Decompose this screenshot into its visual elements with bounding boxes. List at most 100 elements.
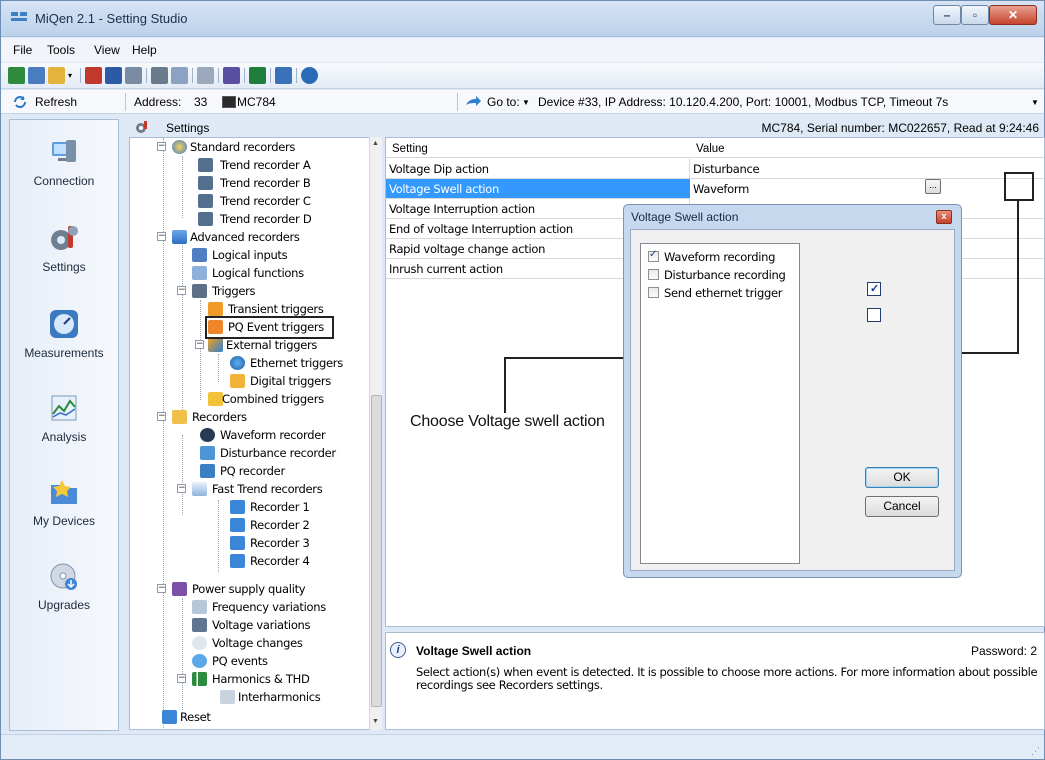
sidebar-item-measurements[interactable]: Measurements — [10, 300, 118, 380]
collapse-icon[interactable]: − — [177, 286, 186, 295]
sidebar-item-label: My Devices — [32, 514, 95, 528]
report-icon[interactable] — [197, 67, 214, 84]
tree-scrollbar[interactable]: ▲ ▼ — [369, 137, 382, 730]
print-icon[interactable] — [151, 67, 168, 84]
new-document-icon[interactable] — [28, 67, 45, 84]
collapse-icon[interactable]: − — [157, 412, 166, 421]
info-description: Select action(s) when event is detected.… — [416, 665, 1038, 692]
cancel-button[interactable]: Cancel — [865, 496, 939, 517]
reset-chevron-icon — [162, 710, 177, 724]
maximize-button[interactable]: ▫ — [961, 5, 989, 25]
address-dropdown-icon[interactable]: ▼ — [1031, 98, 1039, 107]
settings-icon — [135, 120, 149, 134]
collapse-icon[interactable]: − — [195, 340, 204, 349]
recorder-file-icon — [230, 500, 245, 514]
collapse-icon[interactable]: − — [177, 674, 186, 683]
sidebar-item-my-devices[interactable]: My Devices — [10, 468, 118, 548]
scroll-thumb[interactable] — [371, 395, 382, 707]
new-icon[interactable] — [8, 67, 25, 84]
grid-row-voltage-dip[interactable]: Voltage Dip action Disturbance — [386, 159, 1044, 179]
sidebar-item-analysis[interactable]: Analysis — [10, 384, 118, 464]
title-bar: MiQen 2.1 - Setting Studio – ▫ ✕ — [1, 1, 1044, 37]
menu-bar: File Tools View Help — [1, 38, 1044, 62]
info-title: Voltage Swell action — [416, 644, 532, 658]
goto-dropdown-icon[interactable]: ▼ — [522, 98, 530, 107]
window-title: MiQen 2.1 - Setting Studio — [35, 11, 188, 26]
open-folder-icon[interactable] — [48, 67, 65, 84]
goto-arrow-icon — [465, 96, 481, 108]
disturbance-recorder-icon — [200, 446, 215, 460]
menu-help[interactable]: Help — [132, 43, 157, 57]
folder-star-icon — [172, 140, 187, 154]
collapse-icon[interactable]: − — [157, 232, 166, 241]
dialog-close-button[interactable]: x — [936, 210, 952, 224]
device-name: MC784 — [237, 95, 276, 109]
grid-header: Setting Value — [386, 141, 1044, 158]
checkbox-unchecked[interactable] — [648, 287, 659, 298]
app-logo-icon — [11, 12, 27, 25]
col-setting-header[interactable]: Setting — [392, 143, 428, 155]
checkbox-checked[interactable] — [648, 249, 659, 262]
bulb-icon — [192, 636, 207, 650]
refresh-button[interactable]: Refresh — [35, 95, 77, 109]
menu-file[interactable]: File — [13, 43, 32, 57]
device-info: MC784, Serial number: MC022657, Read at … — [761, 121, 1040, 135]
info-panel: i Voltage Swell action Password: 2 Selec… — [385, 632, 1045, 730]
address-value[interactable]: 33 — [194, 95, 207, 109]
callout-ellipsis-highlight — [1004, 172, 1034, 201]
ethernet-globe-icon — [230, 356, 245, 370]
tools-icon[interactable] — [275, 67, 292, 84]
scroll-up-icon[interactable]: ▲ — [372, 140, 379, 147]
download-icon[interactable] — [85, 67, 102, 84]
ellipsis-button[interactable]: ... — [925, 179, 941, 194]
select-none-checkbox-icon[interactable] — [867, 308, 881, 322]
checkbox-unchecked[interactable] — [648, 269, 659, 280]
sidebar-item-connection[interactable]: Connection — [10, 128, 118, 208]
sidebar-item-label: Settings — [42, 260, 86, 274]
goto-label[interactable]: Go to: — [487, 95, 520, 109]
triggers-icon — [192, 284, 207, 298]
recorder-file-icon — [230, 554, 245, 568]
recorder-file-icon — [230, 536, 245, 550]
interharmonics-icon — [220, 690, 235, 704]
ok-button[interactable]: OK — [865, 467, 939, 488]
sidebar: Connection Settings Measurements Analysi… — [9, 119, 119, 731]
status-bar: ⋰ — [1, 734, 1044, 759]
minimize-button[interactable]: – — [933, 5, 961, 25]
recorder-icon — [198, 176, 213, 190]
collapse-icon[interactable]: − — [157, 584, 166, 593]
recorder-icon — [198, 158, 213, 172]
collapse-icon[interactable]: − — [157, 142, 166, 151]
menu-view[interactable]: View — [94, 43, 120, 57]
minimize-icon: – — [943, 8, 951, 22]
resize-grip-icon[interactable]: ⋰ — [1031, 746, 1040, 757]
refresh-icon[interactable] — [13, 95, 27, 109]
fast-trend-icon — [192, 482, 207, 496]
power-supply-quality-icon — [172, 582, 187, 596]
col-value-header[interactable]: Value — [696, 143, 725, 155]
monitor-icon[interactable] — [249, 67, 266, 84]
info-password: Password: 2 — [970, 644, 1037, 658]
grid-row-voltage-swell[interactable]: Voltage Swell action Waveform — [386, 179, 1044, 199]
close-window-button[interactable]: ✕ — [989, 5, 1037, 25]
device-icon — [222, 96, 236, 108]
save-all-icon[interactable] — [125, 67, 142, 84]
sidebar-item-label: Upgrades — [37, 598, 91, 612]
combined-triggers-icon — [208, 392, 223, 406]
globe-icon[interactable] — [301, 67, 318, 84]
callout-pq-event-highlight — [205, 316, 334, 339]
dropdown-arrow-icon[interactable]: ▾ — [68, 67, 76, 84]
print-preview-icon[interactable] — [171, 67, 188, 84]
sidebar-item-settings[interactable]: Settings — [10, 214, 118, 294]
collapse-icon[interactable]: − — [177, 484, 186, 493]
save-icon[interactable] — [105, 67, 122, 84]
scroll-down-icon[interactable]: ▼ — [372, 718, 379, 725]
external-triggers-icon — [208, 338, 223, 352]
recorder-file-icon — [230, 518, 245, 532]
sidebar-item-upgrades[interactable]: Upgrades — [10, 552, 118, 632]
frequency-variations-icon — [192, 600, 207, 614]
menu-tools[interactable]: Tools — [47, 43, 75, 57]
select-all-checkbox-icon[interactable] — [867, 282, 881, 296]
settings-title: Settings — [166, 121, 210, 135]
tag-icon[interactable] — [223, 67, 240, 84]
